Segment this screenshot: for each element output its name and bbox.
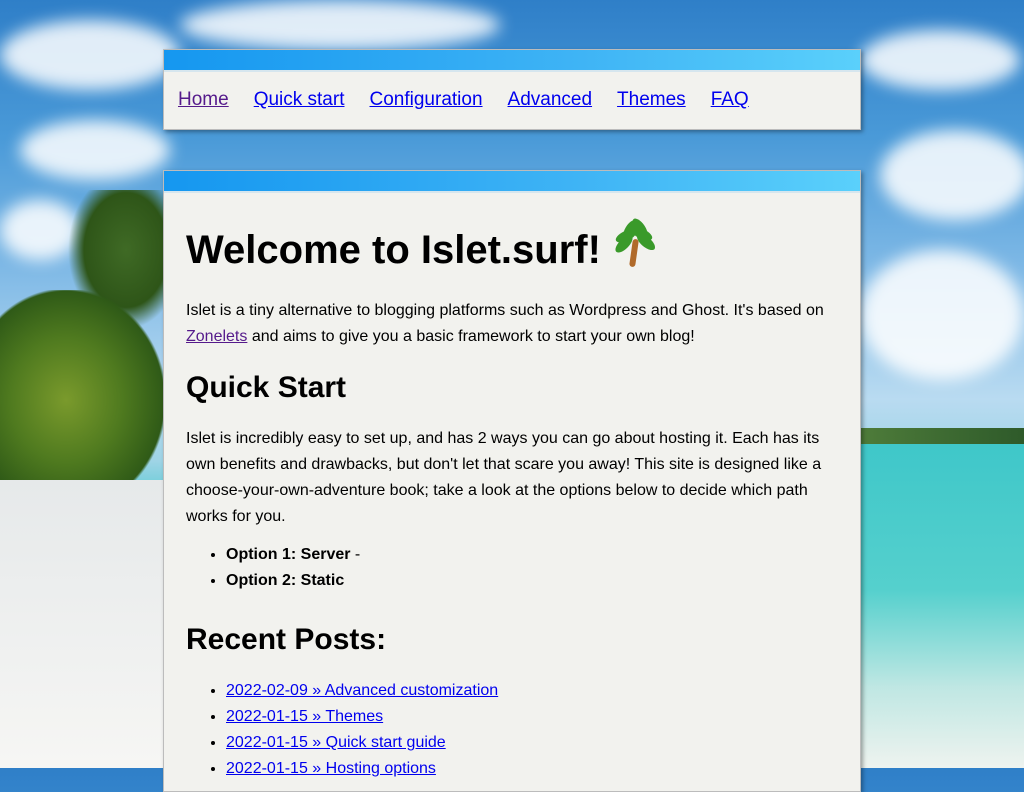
hosting-options-list: Option 1: Server - Option 2: Static [186, 542, 838, 594]
post-link[interactable]: 2022-01-15 » Quick start guide [226, 734, 446, 751]
nav-link-quick-start[interactable]: Quick start [254, 89, 345, 110]
palm-tree-icon [611, 216, 658, 268]
list-item: Option 1: Server - [226, 542, 838, 568]
page-title: Welcome to Islet.surf! [186, 216, 838, 274]
nav-link-advanced[interactable]: Advanced [508, 89, 593, 110]
post-link[interactable]: 2022-02-09 » Advanced customization [226, 682, 498, 699]
nav-link-configuration[interactable]: Configuration [370, 89, 483, 110]
recent-posts-heading: Recent Posts: [186, 623, 387, 656]
nav-panel: Home Quick start Configuration Advanced … [163, 49, 861, 130]
nav-link-home[interactable]: Home [178, 89, 229, 110]
post-link[interactable]: 2022-01-15 » Hosting options [226, 760, 436, 777]
list-item: Option 2: Static [226, 568, 838, 594]
intro-paragraph: Islet is a tiny alternative to blogging … [186, 302, 824, 345]
zonelets-link[interactable]: Zonelets [186, 328, 247, 345]
nav-menu: Home Quick start Configuration Advanced … [164, 72, 860, 128]
recent-posts-list: 2022-02-09 » Advanced customization 2022… [186, 678, 838, 782]
quick-start-heading: Quick Start [186, 371, 347, 404]
list-item: 2022-01-15 » Hosting options [226, 756, 838, 782]
content-panel: Welcome to Islet.surf! Islet is a tiny a… [163, 170, 861, 792]
nav-link-themes[interactable]: Themes [617, 89, 686, 110]
content-title-bar [164, 171, 860, 193]
nav-title-bar [164, 50, 860, 72]
quick-start-paragraph: Islet is incredibly easy to set up, and … [186, 430, 822, 525]
list-item: 2022-01-15 » Quick start guide [226, 730, 838, 756]
list-item: 2022-01-15 » Themes [226, 704, 838, 730]
post-link[interactable]: 2022-01-15 » Themes [226, 708, 383, 725]
list-item: 2022-02-09 » Advanced customization [226, 678, 838, 704]
nav-link-faq[interactable]: FAQ [711, 89, 749, 110]
